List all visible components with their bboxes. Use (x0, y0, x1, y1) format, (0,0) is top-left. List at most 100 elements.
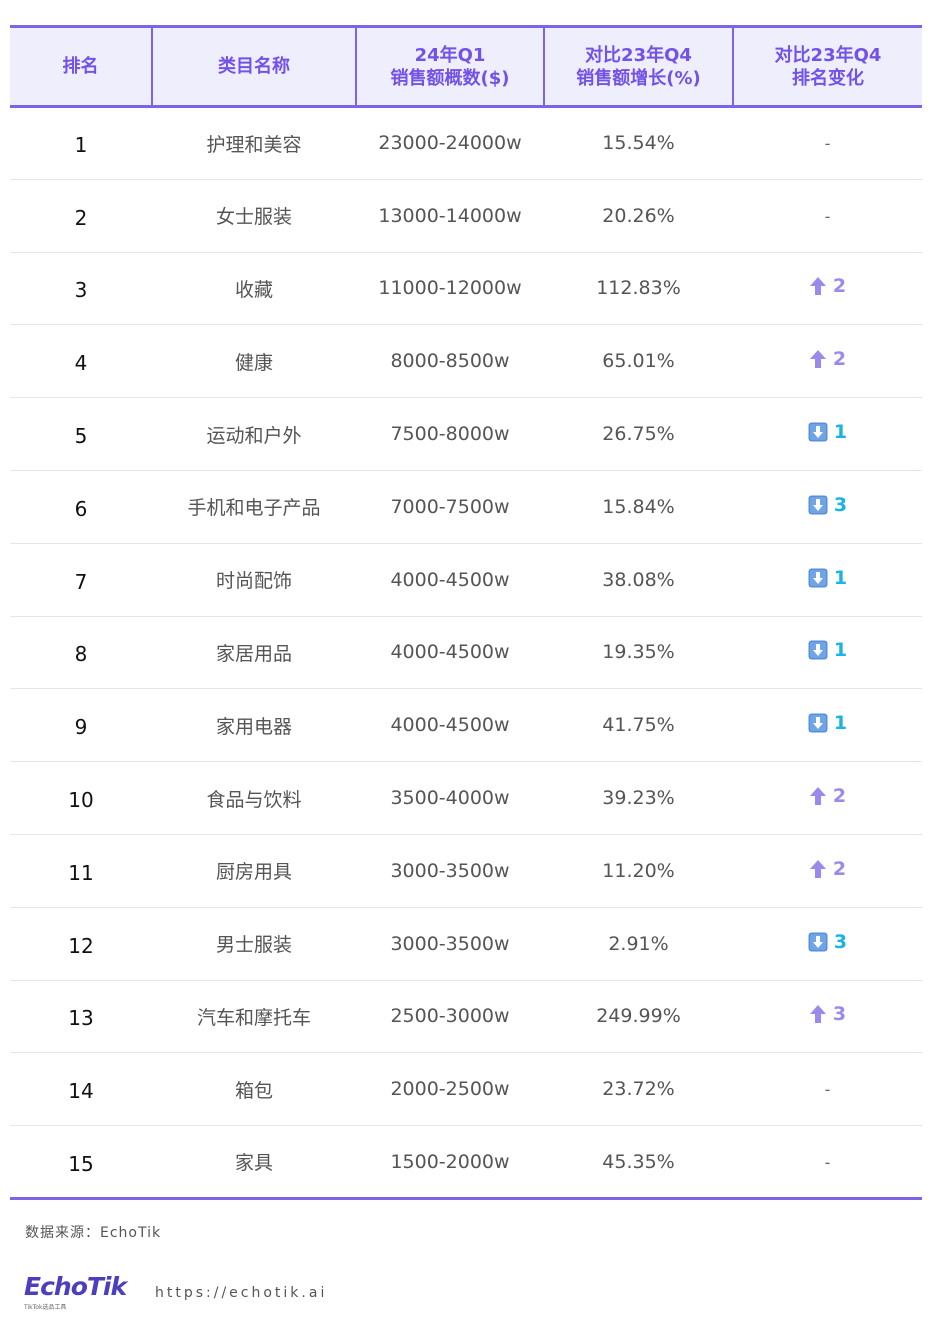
rank-change-cell: - (733, 1126, 922, 1199)
rank-up-indicator: 2 (809, 785, 846, 807)
column-header: 类目名称 (151, 25, 356, 108)
category-cell: 女士服装 (215, 206, 292, 229)
down-arrow-box-icon (808, 422, 828, 442)
no-change-dash: - (824, 1080, 831, 1100)
rank-change-value: 1 (833, 421, 848, 444)
growth-cell: 38.08% (602, 568, 675, 591)
rank-cell: 1 (74, 133, 88, 158)
rank-change-cell: 2 (733, 252, 922, 325)
growth-cell: 26.75% (602, 423, 675, 446)
category-cell: 家用电器 (215, 715, 292, 738)
growth-cell: 15.84% (602, 495, 675, 518)
up-arrow-icon (809, 787, 826, 806)
rank-cell: 3 (74, 278, 88, 303)
up-arrow-icon (809, 1005, 826, 1024)
down-arrow-box-icon (808, 640, 828, 660)
growth-cell: 249.99% (596, 1005, 681, 1028)
no-change-dash: - (824, 1152, 831, 1172)
data-source-note: 数据来源：EchoTik (25, 1225, 162, 1241)
sales-cell: 4000-4500w (390, 714, 510, 737)
sales-cell: 3000-3500w (390, 859, 510, 882)
no-change-dash: - (824, 134, 831, 154)
category-cell: 健康 (234, 351, 273, 374)
category-cell: 护理和美容 (206, 133, 302, 156)
category-cell: 手机和电子产品 (187, 497, 321, 520)
sales-cell: 4000-4500w (390, 641, 510, 664)
column-header-line: 销售额概数($) (390, 67, 510, 89)
column-header-line: 24年Q1 (414, 44, 486, 66)
table-body: 1 护理和美容 23000-24000w 15.54% - 2 女士服装 13000-1400… (10, 107, 922, 1199)
up-arrow-icon (809, 859, 826, 878)
rank-change-value: 2 (832, 348, 847, 371)
up-arrow-icon (809, 350, 826, 369)
column-header-line: 排名变化 (792, 67, 864, 89)
column-header-line: 类目名称 (218, 56, 290, 77)
rank-change-value: 3 (832, 1003, 847, 1026)
ranking-table-container: 排名 类目名称 24年Q1 销售额概数($) 对比23年Q4 销售额增长(%) 对比23年Q… (10, 25, 922, 1200)
column-header: 对比23年Q4 排名变化 (732, 25, 922, 108)
table-row: 11 厨房用具 3000-3500w 11.20% 2 (10, 834, 922, 908)
category-cell: 男士服装 (215, 934, 292, 957)
rank-change-cell: 2 (733, 762, 922, 835)
rank-down-indicator: 1 (808, 712, 847, 734)
down-arrow-box-icon (808, 713, 828, 733)
growth-cell: 39.23% (602, 787, 675, 810)
rank-change-cell: 2 (733, 834, 922, 907)
rank-up-indicator: 2 (809, 275, 846, 297)
table-row: 15 家具 1500-2000w 45.35% - (10, 1126, 922, 1199)
rank-cell: 14 (68, 1079, 94, 1104)
logo-text: EchoTik (24, 1272, 127, 1301)
rank-change-cell: - (733, 1053, 922, 1126)
table-header-row: 排名 类目名称 24年Q1 销售额概数($) 对比23年Q4 销售额增长(%) 对比23年Q… (10, 25, 922, 108)
column-header-line: 销售额增长(%) (576, 67, 701, 89)
growth-cell: 2.91% (608, 932, 669, 955)
growth-cell: 112.83% (596, 277, 681, 300)
category-cell: 厨房用具 (215, 861, 292, 884)
category-cell: 家居用品 (215, 642, 292, 665)
sales-cell: 8000-8500w (390, 350, 510, 373)
category-cell: 收藏 (234, 278, 273, 301)
rank-cell: 6 (74, 496, 88, 521)
rank-change-cell: - (733, 107, 922, 180)
rank-cell: 4 (74, 351, 88, 376)
rank-cell: 13 (68, 1006, 94, 1031)
sales-cell: 7500-8000w (390, 423, 510, 446)
rank-change-value: 3 (833, 930, 848, 953)
table-row: 1 护理和美容 23000-24000w 15.54% - (10, 107, 922, 180)
rank-change-value: 1 (833, 712, 848, 735)
table-row: 3 收藏 11000-12000w 112.83% 2 (10, 252, 922, 325)
logo-subtitle: TikTok选品工具 (24, 1304, 67, 1311)
rank-change-cell: 3 (733, 907, 922, 980)
table-row: 4 健康 8000-8500w 65.01% 2 (10, 325, 922, 398)
table-row: 12 男士服装 3000-3500w 2.91% 3 (10, 907, 922, 981)
rank-cell: 10 (68, 788, 94, 813)
growth-cell: 20.26% (602, 204, 675, 227)
column-header-line: 对比23年Q4 (774, 44, 882, 66)
table-row: 7 时尚配饰 4000-4500w 38.08% 1 (10, 543, 922, 617)
rank-down-indicator: 3 (808, 494, 847, 516)
category-cell: 汽车和摩托车 (196, 1006, 311, 1029)
sales-cell: 2000-2500w (390, 1078, 510, 1101)
rank-change-cell: 2 (733, 325, 922, 398)
rank-change-cell: 1 (733, 398, 922, 471)
category-cell: 箱包 (234, 1079, 273, 1102)
rank-change-value: 2 (832, 857, 847, 880)
growth-cell: 19.35% (602, 641, 675, 664)
rank-change-cell: 3 (733, 470, 922, 543)
sales-cell: 1500-2000w (390, 1150, 510, 1173)
sales-cell: 13000-14000w (378, 204, 522, 227)
rank-cell: 8 (74, 642, 88, 667)
rank-up-indicator: 3 (809, 1003, 846, 1025)
sales-cell: 4000-4500w (390, 568, 510, 591)
rank-cell: 12 (68, 933, 94, 958)
echotik-logo: EchoTik TikTok选品工具 (24, 1272, 127, 1312)
growth-cell: 41.75% (602, 714, 675, 737)
column-header: 对比23年Q4 销售额增长(%) (543, 25, 733, 108)
table-row: 8 家居用品 4000-4500w 19.35% 1 (10, 616, 922, 689)
rank-change-cell: 1 (733, 543, 922, 616)
growth-cell: 65.01% (602, 350, 675, 373)
table-row: 6 手机和电子产品 7000-7500w 15.84% 3 (10, 470, 922, 544)
website-url: https://echotik.ai (155, 1285, 328, 1301)
column-header: 排名 (10, 25, 152, 108)
rank-change-value: 3 (833, 493, 848, 516)
